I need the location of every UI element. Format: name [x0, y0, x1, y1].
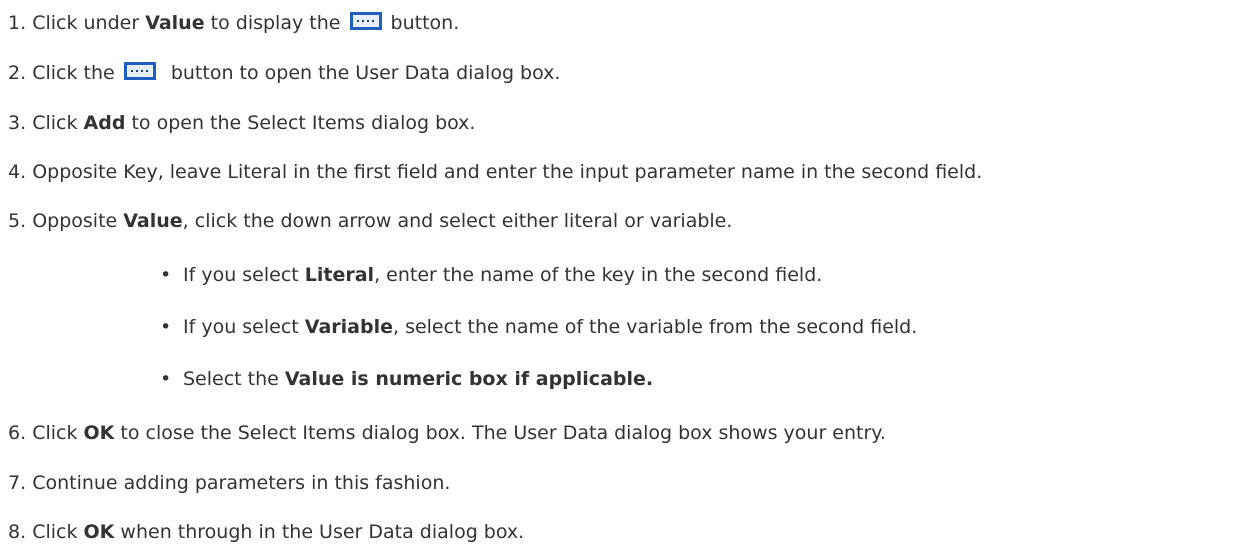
bullet-dot: •	[160, 264, 172, 286]
step-2: 2. Click the button to open the User Dat…	[8, 60, 560, 86]
instruction-document: 1. Click under Value to display the butt…	[0, 0, 1253, 553]
step-number: 6.	[8, 422, 27, 444]
bullet-bold: Variable	[304, 316, 393, 338]
step-8: 8. Click OK when through in the User Dat…	[8, 519, 524, 545]
bullet-text: , select the name of the variable from t…	[392, 316, 918, 338]
step-text: to open the Select Items dialog box.	[125, 112, 476, 134]
step-number: 5.	[8, 210, 27, 232]
bullet-text: If you select	[183, 316, 305, 338]
step-number: 8.	[8, 521, 27, 543]
bullet-variable: • If you select Variable, select the name…	[160, 314, 917, 340]
step-7: 7. Continue adding parameters in this fa…	[8, 470, 450, 496]
step-bold: Value	[145, 12, 205, 34]
step-text: , click the down arrow and select either…	[182, 210, 733, 232]
step-4: 4. Opposite Key, leave Literal in the fi…	[8, 159, 982, 185]
step-text: Continue adding parameters in this fashi…	[32, 472, 451, 494]
step-number: 2.	[8, 62, 27, 84]
bullet-bold: Literal	[304, 264, 375, 286]
bullet-dot: •	[160, 368, 172, 390]
step-number: 4.	[8, 161, 27, 183]
step-bold: Value	[123, 210, 183, 232]
step-text: when through in the User Data dialog box…	[114, 521, 525, 543]
step-text: to display the	[204, 12, 347, 34]
step-text: button.	[384, 12, 460, 34]
step-6: 6. Click OK to close the Select Items di…	[8, 420, 886, 446]
bullet-bold: Value is numeric box if applicable.	[284, 368, 654, 390]
step-text: Opposite	[32, 210, 124, 232]
ellipsis-button-icon	[349, 11, 383, 31]
step-5: 5. Opposite Value, click the down arrow …	[8, 208, 732, 234]
step-text: Click	[32, 422, 84, 444]
step-bold: Add	[83, 112, 126, 134]
step-number: 1.	[8, 12, 27, 34]
step-1: 1. Click under Value to display the butt…	[8, 10, 459, 36]
bullet-literal: • If you select Literal, enter the name o…	[160, 262, 822, 288]
step-text: Opposite Key, leave Literal in the first…	[32, 161, 983, 183]
step-3: 3. Click Add to open the Select Items di…	[8, 110, 475, 136]
step-text: Click under	[32, 12, 146, 34]
step-bold: OK	[83, 521, 115, 543]
step-bold: OK	[83, 422, 115, 444]
step-number: 3.	[8, 112, 27, 134]
step-text: Click the	[32, 62, 121, 84]
step-number: 7.	[8, 472, 27, 494]
bullet-text: If you select	[183, 264, 305, 286]
bullet-numeric: • Select the Value is numeric box if appl…	[160, 366, 653, 392]
step-text: to close the Select Items dialog box. Th…	[114, 422, 886, 444]
step-text: Click	[32, 112, 84, 134]
bullet-dot: •	[160, 316, 172, 338]
bullet-text: Select the	[183, 368, 285, 390]
bullet-text: , enter the name of the key in the secon…	[374, 264, 823, 286]
ellipsis-button-icon	[123, 61, 157, 81]
step-text: Click	[32, 521, 84, 543]
step-text: button to open the User Data dialog box.	[158, 62, 561, 84]
